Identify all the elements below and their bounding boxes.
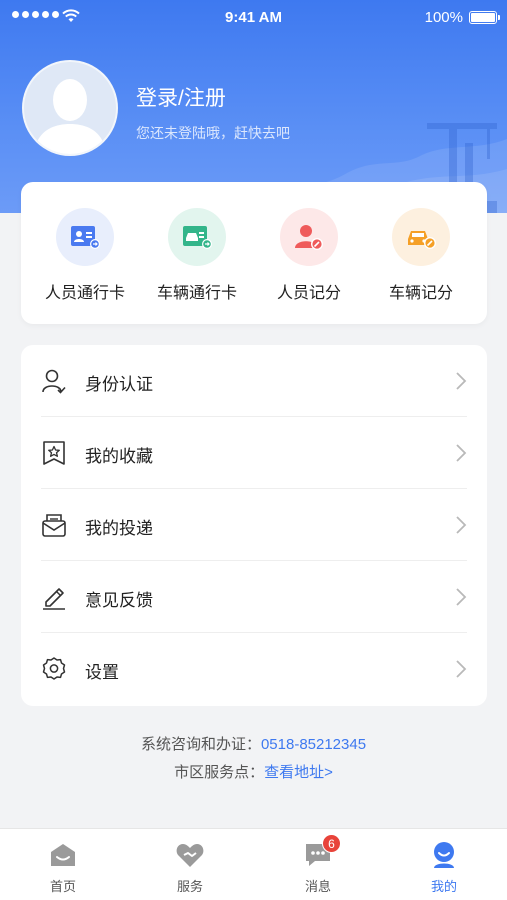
chevron-right-icon	[456, 444, 467, 462]
quick-action-vehicle-score[interactable]: 车辆记分	[363, 208, 479, 303]
chevron-right-icon	[456, 516, 467, 534]
hotline-info: 系统咨询和办证：0518-85212345	[0, 733, 507, 754]
quick-action-label: 人员通行卡	[44, 285, 125, 302]
menu-item-label: 我的收藏	[85, 447, 153, 466]
home-icon	[51, 844, 75, 866]
quick-action-person-score[interactable]: 人员记分	[251, 208, 367, 303]
tab-label: 首页	[49, 879, 76, 894]
menu-item-settings[interactable]: 设置	[41, 633, 467, 705]
vehicle-score-icon	[392, 208, 450, 266]
tab-mine[interactable]: 我的	[404, 841, 484, 895]
quick-actions-card: 人员通行卡 车辆通行卡 人员记分 车辆记分	[21, 182, 487, 324]
menu-item-label: 我的投递	[85, 519, 153, 538]
view-address-link[interactable]: 查看地址>	[264, 764, 333, 781]
unread-badge: 6	[322, 834, 341, 853]
menu-list: 身份认证 我的收藏 我的投递 意见反馈 设置	[21, 345, 487, 706]
feedback-icon	[43, 588, 65, 610]
tab-messages[interactable]: 6 消息	[278, 834, 358, 895]
delivery-icon	[42, 514, 66, 537]
quick-action-label: 车辆通行卡	[156, 285, 237, 302]
quick-action-vehicle-pass[interactable]: 车辆通行卡	[139, 208, 255, 303]
tab-label: 服务	[176, 879, 203, 894]
menu-item-favorites[interactable]: 我的收藏	[41, 417, 467, 489]
quick-action-label: 车辆记分	[388, 285, 453, 302]
tab-service[interactable]: 服务	[150, 841, 230, 895]
identity-icon	[42, 369, 66, 394]
battery-percent: 100%	[424, 9, 463, 26]
hotline-phone-link[interactable]: 0518-85212345	[261, 736, 366, 753]
tab-home[interactable]: 首页	[23, 841, 103, 895]
bottom-tab-bar: 首页 服务 6 消息 我的	[0, 828, 507, 900]
menu-item-identity[interactable]: 身份认证	[41, 345, 467, 417]
service-office-info: 市区服务点：查看地址>	[0, 761, 507, 782]
menu-item-feedback[interactable]: 意见反馈	[41, 561, 467, 633]
settings-icon	[42, 657, 66, 680]
quick-action-person-pass[interactable]: 人员通行卡	[27, 208, 143, 303]
chevron-right-icon	[456, 588, 467, 606]
login-prompt-text: 您还未登陆哦，赶快去吧	[136, 125, 290, 141]
service-icon	[176, 844, 204, 867]
chevron-right-icon	[456, 660, 467, 678]
battery-icon	[469, 11, 500, 24]
menu-item-label: 设置	[85, 663, 119, 682]
person-score-icon	[280, 208, 338, 266]
status-bar: 9:41 AM 100%	[0, 0, 507, 36]
hotline-label: 系统咨询和办证：	[140, 736, 261, 753]
menu-item-deliveries[interactable]: 我的投递	[41, 489, 467, 561]
tab-label: 我的	[430, 879, 457, 894]
service-office-label: 市区服务点：	[174, 764, 265, 781]
avatar[interactable]	[22, 60, 118, 156]
menu-item-label: 身份认证	[85, 375, 153, 394]
chevron-right-icon	[456, 372, 467, 390]
vehicle-card-icon	[168, 208, 226, 266]
tab-label: 消息	[304, 879, 331, 894]
login-register-link[interactable]: 登录/注册	[136, 82, 226, 112]
profile-icon	[434, 842, 454, 868]
default-avatar-icon	[34, 79, 106, 154]
quick-action-label: 人员记分	[276, 285, 341, 302]
menu-item-label: 意见反馈	[85, 591, 153, 610]
person-card-icon	[56, 208, 114, 266]
favorites-icon	[43, 441, 65, 465]
